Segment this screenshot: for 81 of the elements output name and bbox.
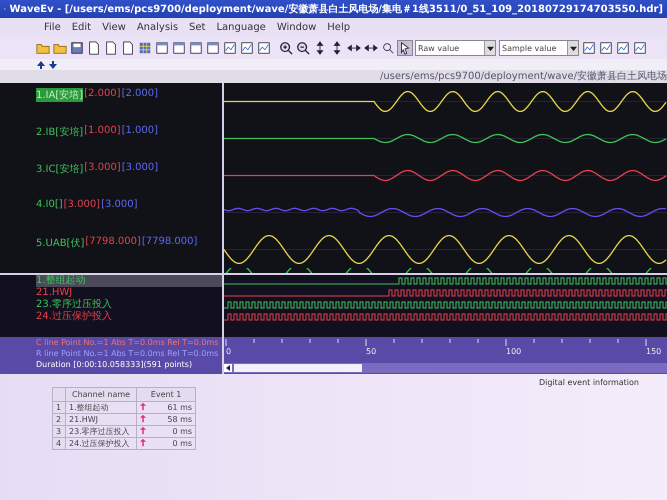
chart-icon[interactable]: [257, 41, 271, 55]
column-header: Event 1: [136, 388, 196, 402]
menu-item[interactable]: Edit: [72, 22, 92, 33]
menu-item[interactable]: Window: [276, 22, 316, 33]
zoom-in-icon[interactable]: [279, 41, 293, 55]
horizontal-scrollbar[interactable]: [224, 363, 667, 373]
channel-value: [3.000]: [84, 162, 121, 173]
table-cell: 0 ms: [149, 438, 196, 450]
menu-item[interactable]: View: [102, 22, 126, 33]
window-icon[interactable]: [155, 41, 169, 55]
chart-icon[interactable]: [599, 41, 613, 55]
row-number: 3: [52, 426, 66, 438]
window-icon[interactable]: [206, 41, 220, 55]
channel-name[interactable]: 3.IC[安培]: [36, 162, 84, 176]
table-cell: 61 ms: [149, 402, 196, 414]
up-arrow-icon[interactable]: [36, 60, 46, 70]
channel-name[interactable]: 5.UAB[伏]: [36, 236, 84, 250]
window-icon[interactable]: [189, 41, 203, 55]
r-line-info: R line Point No.=1 Abs T=0.0ms Rel T=0.0ms: [36, 348, 220, 359]
window-icon[interactable]: [172, 41, 186, 55]
table-cell: 23.零序过压投入: [66, 426, 137, 438]
table-cell: 24.过压保护投入: [66, 438, 137, 450]
chart-icon[interactable]: [616, 41, 630, 55]
save-icon[interactable]: [70, 41, 84, 55]
digital-channel-name[interactable]: 21.HWJ: [36, 287, 222, 299]
channel-name[interactable]: 2.IB[安培]: [36, 125, 84, 139]
row-number: 1: [52, 402, 66, 414]
channel-value: [3.000]: [64, 199, 100, 210]
down-arrow-icon[interactable]: [48, 60, 58, 70]
digital-channel-name[interactable]: 23.零序过压投入: [36, 299, 222, 311]
menu-item[interactable]: Help: [327, 22, 350, 33]
table-cell: 58 ms: [149, 414, 196, 426]
zoom-out-icon[interactable]: [296, 41, 310, 55]
channel-value: [1.000]: [84, 125, 121, 136]
chart-icon[interactable]: [240, 41, 254, 55]
ruler-label: 50: [366, 347, 376, 356]
ruler-label: 150: [646, 347, 662, 356]
channel-value: [2.000]: [122, 88, 158, 99]
channel-value: [3.000]: [122, 162, 158, 173]
channel-value: [7798.000]: [142, 236, 198, 247]
column-header: Channel name: [66, 388, 137, 402]
left-arrow-icon[interactable]: [224, 364, 232, 372]
row-number: 2: [52, 414, 66, 426]
c-line-info: C line Point No.=1 Abs T=0.0ms Rel T=0.0ms: [36, 337, 220, 348]
caret-icon: [570, 44, 576, 52]
chart-icon[interactable]: [633, 41, 647, 55]
chart-icon[interactable]: [582, 41, 596, 55]
channel-value: [7798.000]: [85, 236, 141, 247]
sample-mode-dropdown[interactable]: Sample value: [499, 40, 579, 56]
table-cell: 0 ms: [149, 426, 196, 438]
table-cell: 1.整组起动: [66, 402, 137, 414]
panel-title: Digital event information: [539, 378, 640, 387]
digital-channel-name[interactable]: 1.整组起动: [36, 275, 222, 287]
menu-item[interactable]: Analysis: [136, 22, 178, 33]
channel-value: [1.000]: [122, 125, 158, 136]
ruler-label: 0: [226, 347, 232, 356]
document-icon[interactable]: [104, 41, 118, 55]
channel-value: [2.000]: [84, 88, 121, 99]
menu-item[interactable]: Language: [216, 22, 266, 33]
search-icon[interactable]: [381, 41, 395, 55]
window-title: WaveEv - [/users/ems/pcs9700/deployment/wave/安徽萧县白土风电场/集电＃1线3511/0_51_109_20180729174703550.hdr]: [10, 2, 663, 16]
digital-channel-name[interactable]: 24.过压保护投入: [36, 311, 222, 323]
menu-item[interactable]: Set: [189, 22, 206, 33]
menu-item[interactable]: File: [44, 22, 61, 33]
duration-info: Duration [0:00:10.058333](591 points): [36, 359, 194, 370]
grid-icon[interactable]: [138, 41, 152, 55]
document-icon[interactable]: [87, 41, 101, 55]
document-icon[interactable]: [121, 41, 135, 55]
channel-value: [3.000]: [101, 199, 138, 210]
table-cell: 21.HWJ: [66, 414, 137, 426]
file-path: /users/ems/pcs9700/deployment/wave/安徽萧县白土风电场: [380, 70, 667, 83]
ruler-label: 100: [506, 347, 522, 356]
folder-icon[interactable]: [36, 41, 50, 55]
chart-icon[interactable]: [223, 41, 237, 55]
folder-icon[interactable]: [53, 41, 67, 55]
caret-icon: [486, 44, 494, 52]
row-number: 4: [52, 438, 66, 450]
channel-name[interactable]: 4.I0[]: [36, 199, 63, 210]
cursor-icon[interactable]: [398, 41, 412, 55]
value-mode-dropdown[interactable]: Raw value: [415, 40, 496, 56]
scrollbar-thumb[interactable]: [234, 364, 362, 372]
